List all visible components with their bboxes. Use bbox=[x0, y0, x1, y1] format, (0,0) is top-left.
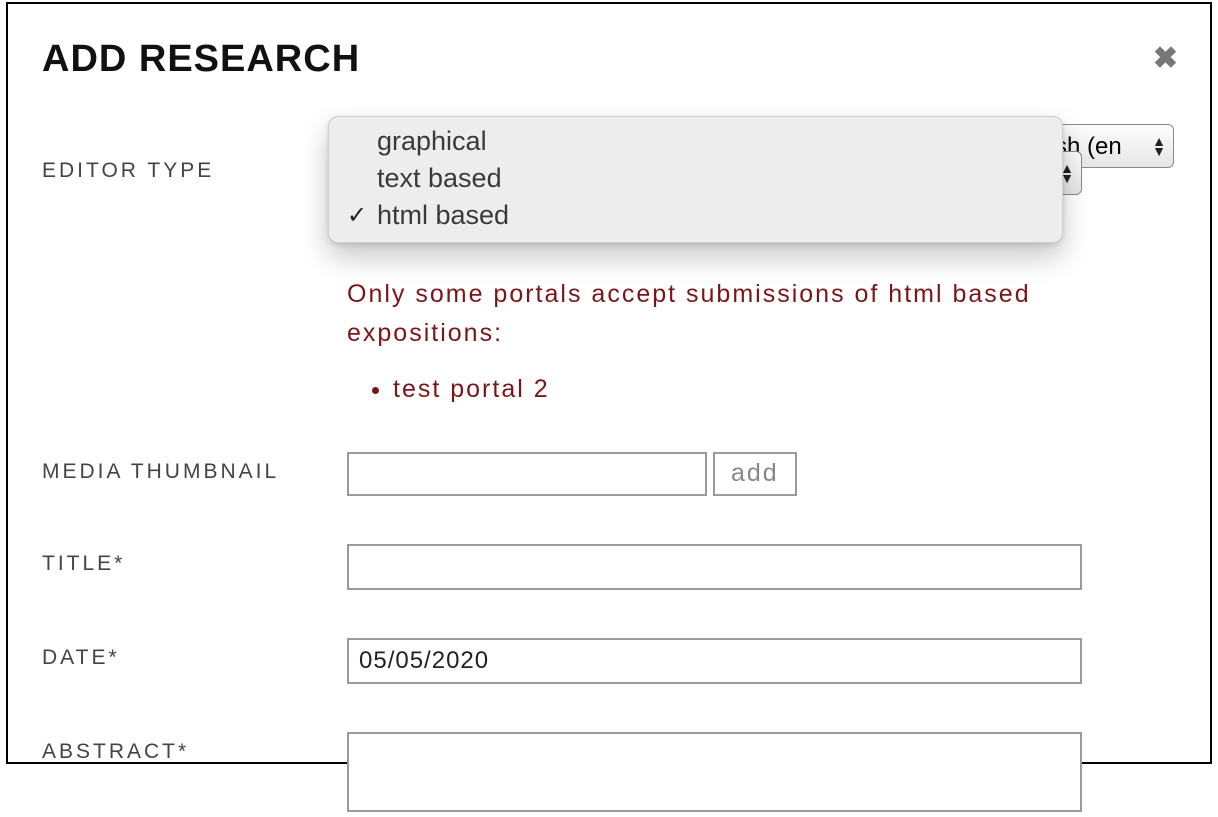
warning-text: Only some portals accept submissions of … bbox=[347, 275, 1067, 353]
editor-type-option-graphical[interactable]: graphical bbox=[329, 123, 1062, 160]
media-thumbnail-input[interactable] bbox=[347, 452, 707, 496]
row-date: DATE* bbox=[42, 638, 1176, 684]
editor-type-warning: Only some portals accept submissions of … bbox=[347, 275, 1067, 404]
title-label: TITLE* bbox=[42, 544, 347, 576]
option-label: graphical bbox=[377, 126, 487, 157]
add-thumbnail-button[interactable]: add bbox=[713, 452, 797, 496]
add-research-dialog: ADD RESEARCH ✖ sh (en ▲▼ EDITOR TYPE htm… bbox=[6, 2, 1212, 764]
editor-type-option-text-based[interactable]: text based bbox=[329, 160, 1062, 197]
row-abstract: ABSTRACT* bbox=[42, 732, 1176, 817]
row-media-thumbnail: MEDIA THUMBNAIL add bbox=[42, 452, 1176, 496]
accepted-portals-list: test portal 2 bbox=[347, 375, 1067, 404]
title-input[interactable] bbox=[347, 544, 1082, 590]
accepted-portal-item: test portal 2 bbox=[393, 375, 1067, 404]
media-thumbnail-label: MEDIA THUMBNAIL bbox=[42, 452, 347, 484]
check-icon: ✓ bbox=[347, 201, 377, 230]
date-label: DATE* bbox=[42, 638, 347, 670]
form-body: EDITOR TYPE html based ▲▼ Only some port… bbox=[42, 151, 1176, 817]
close-icon[interactable]: ✖ bbox=[1153, 44, 1178, 74]
abstract-textarea[interactable] bbox=[347, 732, 1082, 812]
row-title: TITLE* bbox=[42, 544, 1176, 590]
dialog-header: ADD RESEARCH ✖ bbox=[42, 38, 1176, 81]
editor-type-dropdown[interactable]: graphical text based ✓ html based bbox=[328, 116, 1063, 243]
editor-type-label: EDITOR TYPE bbox=[42, 151, 347, 183]
date-input[interactable] bbox=[347, 638, 1082, 684]
option-label: html based bbox=[377, 200, 509, 231]
dialog-title: ADD RESEARCH bbox=[42, 38, 360, 81]
option-label: text based bbox=[377, 163, 502, 194]
editor-type-option-html-based[interactable]: ✓ html based bbox=[329, 197, 1062, 234]
abstract-label: ABSTRACT* bbox=[42, 732, 347, 764]
